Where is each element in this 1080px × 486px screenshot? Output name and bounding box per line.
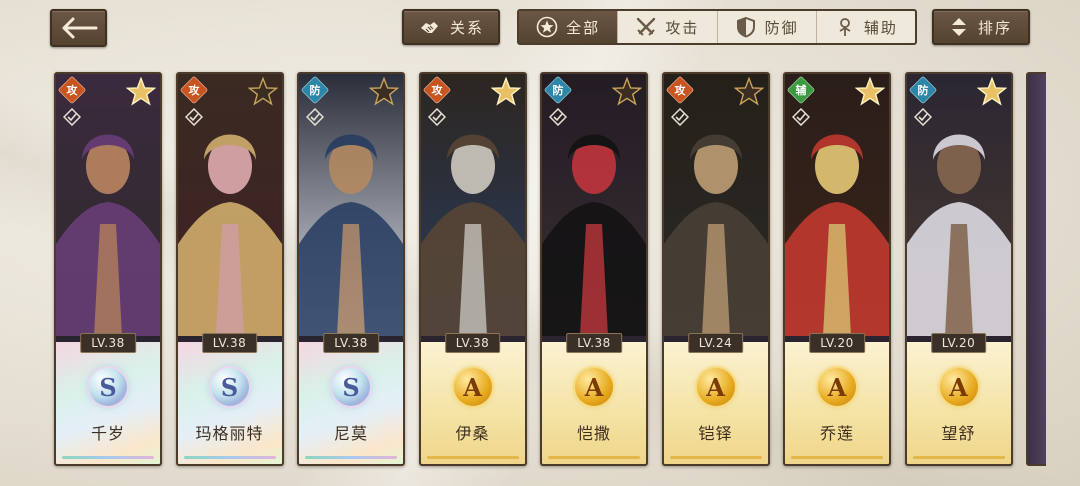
shield-icon — [735, 16, 757, 38]
grade-badge: A — [939, 368, 978, 406]
sort-label: 排序 — [977, 18, 1012, 37]
grade-badge: A — [575, 368, 613, 406]
character-card[interactable]: 攻 LV.38 S 千岁 — [54, 72, 162, 466]
character-card[interactable]: 防 LV.38 S 尼莫 — [297, 72, 405, 466]
relations-label: 关系 — [449, 18, 484, 37]
role-label: 防 — [309, 84, 321, 98]
card-info-panel: S 尼莫 — [299, 342, 403, 464]
level-label: LV.24 — [687, 333, 744, 353]
character-name: 乔莲 — [819, 424, 854, 443]
character-name: 伊桑 — [455, 424, 490, 443]
star-rank-icon — [612, 77, 642, 106]
grade-badge: A — [696, 368, 735, 406]
card-info-panel: A 乔莲 — [785, 342, 889, 464]
equipment-check-icon — [670, 108, 689, 126]
character-card[interactable]: 辅 LV.20 A 乔莲 — [783, 72, 891, 466]
role-filter-bar: 全部 攻击 防御 辅助 — [517, 9, 917, 45]
equipment-check-icon — [306, 108, 324, 126]
card-rarity-bar — [791, 456, 883, 459]
tab-support-label: 辅助 — [863, 18, 898, 37]
star-rank-icon — [976, 77, 1007, 106]
role-label: 辅 — [795, 84, 807, 98]
equipment-check-icon — [549, 108, 567, 126]
equipment-check-icon — [427, 108, 446, 126]
character-name: 千岁 — [90, 424, 125, 443]
tab-attack[interactable]: 攻击 — [618, 11, 718, 43]
level-label: LV.38 — [201, 333, 258, 353]
grade-badge: A — [453, 368, 492, 406]
partial-character-card[interactable] — [1026, 72, 1046, 466]
role-label: 攻 — [674, 84, 685, 98]
card-rarity-bar — [912, 456, 1005, 459]
equipment-check-icon — [63, 108, 81, 126]
back-button[interactable] — [50, 9, 107, 47]
star-rank-icon — [369, 77, 399, 106]
card-rarity-bar — [305, 456, 397, 459]
grade-badge: S — [89, 368, 127, 406]
role-label: 攻 — [431, 84, 442, 98]
tab-attack-label: 攻击 — [665, 18, 700, 37]
character-name: 尼莫 — [333, 424, 368, 443]
equipment-check-icon — [184, 108, 203, 126]
card-rarity-bar — [548, 456, 640, 459]
character-card[interactable]: 防 LV.38 A 恺撒 — [540, 72, 648, 466]
card-info-panel: S 玛格丽特 — [177, 342, 282, 464]
relations-button[interactable]: 关系 — [402, 9, 500, 45]
star-rank-icon — [733, 77, 764, 106]
card-info-panel: A 伊桑 — [420, 342, 525, 464]
level-label: LV.38 — [566, 333, 622, 353]
card-info-panel: A 恺撒 — [542, 342, 646, 464]
card-info-panel: S 千岁 — [56, 342, 160, 464]
character-name: 望舒 — [941, 424, 976, 443]
character-name: 恺撒 — [576, 424, 611, 443]
star-rank-icon — [490, 77, 521, 106]
level-label: LV.20 — [809, 333, 865, 353]
star-badge-icon — [536, 16, 558, 38]
role-label: 攻 — [188, 84, 199, 98]
character-name: 玛格丽特 — [195, 424, 264, 443]
grade-badge: S — [332, 368, 370, 406]
sort-updown-icon — [951, 18, 966, 36]
level-label: LV.38 — [323, 333, 379, 353]
tab-all-label: 全部 — [566, 18, 601, 37]
handshake-icon — [420, 22, 438, 33]
role-label: 攻 — [66, 84, 78, 98]
character-name: 铠铎 — [698, 424, 733, 443]
character-card[interactable]: 攻 LV.24 A 铠铎 — [661, 72, 770, 466]
card-info-panel: A 铠铎 — [663, 342, 768, 464]
sort-button[interactable]: 排序 — [932, 9, 1030, 45]
tab-support[interactable]: 辅助 — [817, 11, 915, 43]
grade-badge: S — [210, 368, 249, 406]
character-card[interactable]: 攻 LV.38 S 玛格丽特 — [175, 72, 284, 466]
equipment-check-icon — [913, 108, 932, 126]
level-label: LV.38 — [80, 333, 136, 353]
card-rarity-bar — [183, 456, 276, 459]
tab-defense[interactable]: 防御 — [718, 11, 817, 43]
card-rarity-bar — [62, 456, 154, 459]
role-label: 防 — [552, 84, 564, 98]
arrow-left-icon — [62, 17, 97, 39]
star-rank-icon — [247, 77, 278, 106]
crossed-swords-icon — [635, 16, 657, 38]
star-rank-icon — [855, 77, 885, 106]
character-list: 攻 LV.38 S 千岁 攻 LV.38 S 玛格丽特 防 LV.38 S 尼莫… — [54, 72, 1080, 468]
level-label: LV.20 — [930, 333, 987, 353]
tab-all[interactable]: 全部 — [519, 11, 619, 43]
character-card[interactable]: 防 LV.20 A 望舒 — [904, 72, 1013, 466]
grade-badge: A — [818, 368, 856, 406]
card-rarity-bar — [669, 456, 762, 459]
character-card[interactable]: 攻 LV.38 A 伊桑 — [418, 72, 527, 466]
level-label: LV.38 — [444, 333, 501, 353]
tab-defense-label: 防御 — [764, 18, 799, 37]
role-label: 防 — [917, 84, 928, 98]
card-rarity-bar — [426, 456, 519, 459]
equipment-check-icon — [792, 108, 810, 126]
star-rank-icon — [126, 77, 156, 106]
support-sigil-icon — [834, 16, 856, 38]
card-info-panel: A 望舒 — [906, 342, 1011, 464]
